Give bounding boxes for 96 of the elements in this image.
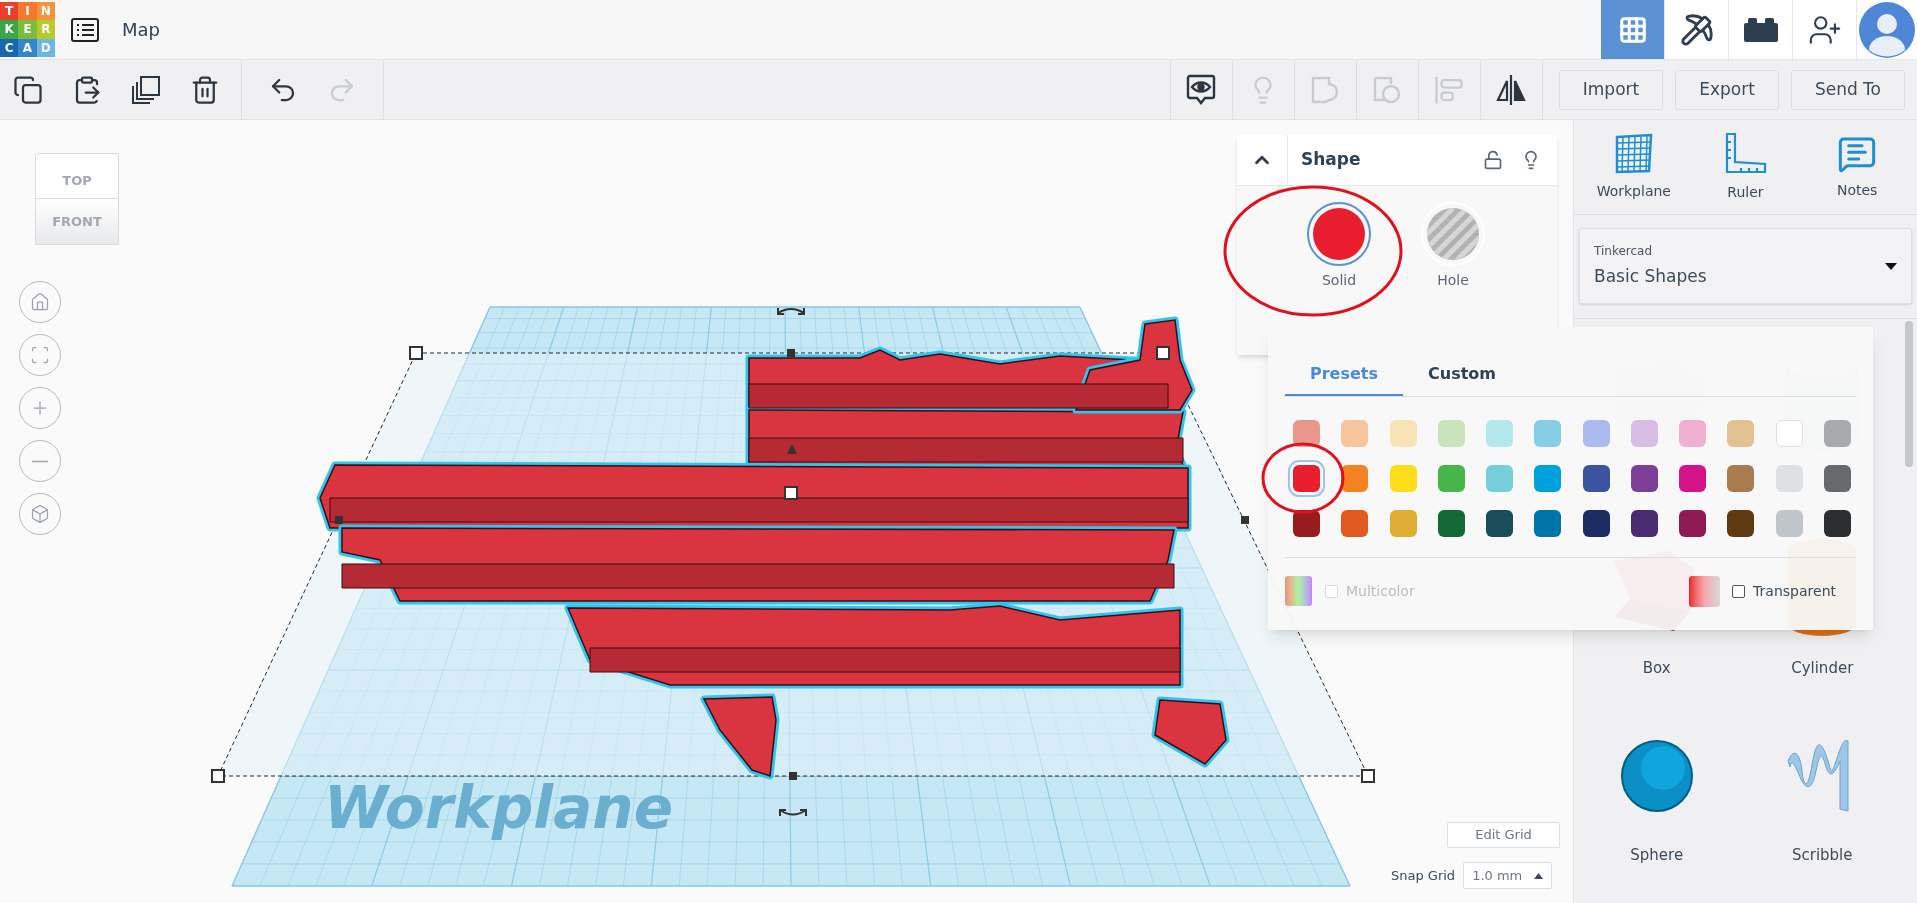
transparency-icon xyxy=(1689,575,1721,607)
color-swatch[interactable] xyxy=(1389,420,1417,447)
color-swatch[interactable] xyxy=(1486,510,1513,537)
color-swatch[interactable] xyxy=(1727,510,1755,537)
color-swatch[interactable] xyxy=(1582,510,1610,537)
height-handle[interactable] xyxy=(784,486,798,500)
color-swatch[interactable] xyxy=(1775,465,1803,492)
color-swatch[interactable] xyxy=(1486,420,1513,447)
grid-icon xyxy=(1617,14,1648,45)
caret-icon xyxy=(1534,872,1544,879)
view-mode-tab[interactable] xyxy=(1729,0,1793,59)
profile-button[interactable] xyxy=(1857,0,1917,59)
color-swatch[interactable] xyxy=(1534,465,1562,492)
lock-button[interactable] xyxy=(1483,150,1503,170)
workplane-label: Workplane xyxy=(324,774,673,842)
pickaxe-icon xyxy=(1679,12,1714,47)
trash-icon xyxy=(190,74,220,105)
home-icon xyxy=(30,292,50,312)
rotate-handle-icon[interactable] xyxy=(779,809,807,817)
color-swatch[interactable] xyxy=(1437,420,1465,447)
eye-bubble-icon xyxy=(1185,72,1218,107)
resize-handle[interactable] xyxy=(409,346,423,360)
color-swatch[interactable] xyxy=(1630,420,1658,447)
color-swatch[interactable] xyxy=(1727,420,1755,447)
snap-grid-label: Snap Grid xyxy=(1391,866,1456,885)
resize-handle[interactable] xyxy=(335,516,343,524)
toolbar-button[interactable]: Import xyxy=(1558,69,1664,110)
resize-handle[interactable] xyxy=(211,769,225,783)
transparent-checkbox[interactable]: Transparent xyxy=(1732,580,1836,602)
app-logo[interactable]: T I N K E R C A D xyxy=(0,2,55,57)
color-swatch[interactable] xyxy=(1775,420,1803,447)
scrollbar-thumb[interactable] xyxy=(1905,321,1913,467)
fit-view-icon xyxy=(30,345,50,365)
edit-grid-button[interactable]: Edit Grid xyxy=(1447,822,1560,848)
color-swatch[interactable] xyxy=(1679,510,1706,537)
zoom-out-icon xyxy=(30,459,50,463)
color-swatch[interactable] xyxy=(1679,420,1706,447)
color-swatch[interactable] xyxy=(1775,510,1803,537)
color-swatch[interactable] xyxy=(1582,420,1610,447)
color-swatch[interactable] xyxy=(1293,420,1320,447)
lift-handle-icon[interactable] xyxy=(787,444,797,454)
caret-icon xyxy=(1885,262,1897,270)
toolbar-button[interactable]: Send To xyxy=(1790,69,1905,110)
shape-label: Box xyxy=(1642,658,1671,679)
design-title: Map xyxy=(122,18,160,42)
color-swatch[interactable] xyxy=(1437,510,1465,537)
invite-button[interactable] xyxy=(1793,0,1857,59)
resize-handle[interactable] xyxy=(1361,769,1375,783)
view-mode-tab[interactable] xyxy=(1665,0,1729,59)
color-swatch[interactable] xyxy=(1534,510,1562,537)
copy-icon xyxy=(13,74,43,105)
color-swatch[interactable] xyxy=(1534,420,1562,447)
color-swatch[interactable] xyxy=(1389,465,1417,492)
color-swatch[interactable] xyxy=(1823,510,1851,537)
perspective-button[interactable] xyxy=(19,493,61,535)
fit-button[interactable] xyxy=(19,334,61,376)
list-icon xyxy=(70,16,100,43)
brick-icon xyxy=(1742,16,1779,43)
resize-handle[interactable] xyxy=(1156,346,1170,360)
align-icon xyxy=(1434,74,1465,105)
color-swatch[interactable] xyxy=(1823,465,1851,492)
color-swatch[interactable] xyxy=(1341,510,1369,537)
color-swatch[interactable] xyxy=(1727,465,1755,492)
duplicate-icon xyxy=(130,73,162,106)
panel-title: Shape xyxy=(1301,148,1361,172)
color-swatch[interactable] xyxy=(1389,510,1417,537)
toolbar-button[interactable]: Export xyxy=(1675,69,1779,110)
ruler-icon xyxy=(1723,131,1768,176)
workplane-tool[interactable]: Workplane xyxy=(1583,132,1684,202)
color-swatch[interactable] xyxy=(1486,465,1513,492)
resize-handle[interactable] xyxy=(787,349,795,357)
color-swatch[interactable] xyxy=(1823,420,1851,447)
color-swatch[interactable] xyxy=(1630,465,1658,492)
cube-icon xyxy=(30,504,50,524)
unlocked-icon xyxy=(1483,150,1503,170)
shape-label: Scribble xyxy=(1791,845,1853,866)
home-button[interactable] xyxy=(19,281,61,323)
hole-swatch-icon xyxy=(1427,208,1479,260)
color-swatch[interactable] xyxy=(1679,465,1706,492)
shape-label: Sphere xyxy=(1630,845,1684,866)
color-swatch[interactable] xyxy=(1341,420,1369,447)
library-dropdown[interactable]: Tinkercad Basic Shapes xyxy=(1579,228,1912,304)
shape-label: Cylinder xyxy=(1791,658,1854,679)
color-swatch[interactable] xyxy=(1437,465,1465,492)
color-swatch[interactable] xyxy=(1630,510,1658,537)
color-tab[interactable]: Custom xyxy=(1403,354,1521,396)
notes-tool[interactable]: Notes xyxy=(1807,133,1908,201)
snap-grid-select[interactable]: 1.0 mm xyxy=(1463,862,1553,889)
rotate-handle-icon[interactable] xyxy=(777,307,805,315)
ruler-tool[interactable]: Ruler xyxy=(1695,131,1796,203)
avatar-icon xyxy=(1859,1,1915,58)
rainbow-icon xyxy=(1285,576,1312,606)
resize-handle[interactable] xyxy=(1241,516,1249,524)
solid-swatch-icon xyxy=(1313,208,1365,260)
resize-handle[interactable] xyxy=(789,772,797,780)
color-swatch[interactable] xyxy=(1582,465,1610,492)
